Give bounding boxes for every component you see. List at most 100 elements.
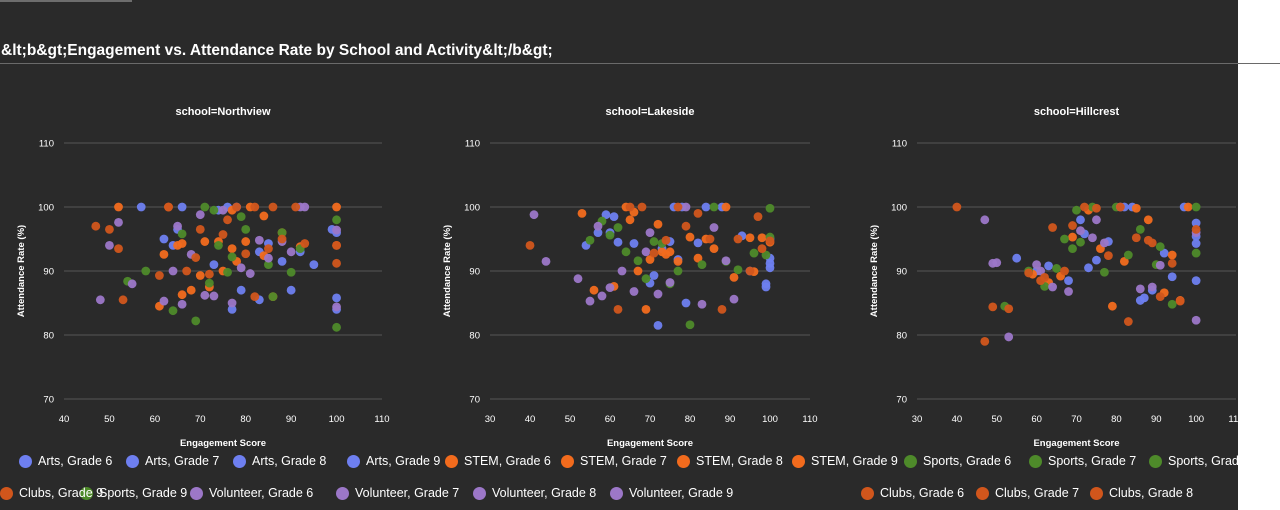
facet-title: school=Lakeside: [606, 106, 695, 118]
legend-item[interactable]: Arts, Grade 8: [233, 454, 326, 468]
data-point: [1167, 258, 1177, 268]
series-arts: [581, 202, 775, 330]
legend-swatch: [904, 454, 917, 468]
data-point: [264, 253, 273, 263]
data-point: [1191, 315, 1201, 325]
data-point: [218, 205, 228, 215]
x-tick-label: 110: [802, 414, 817, 425]
y-axis-label: Attendance Rate (%): [442, 225, 453, 317]
data-point: [1107, 301, 1117, 311]
legend-swatch: [445, 454, 458, 468]
data-point: [693, 238, 703, 248]
data-point: [332, 215, 341, 225]
data-point: [1084, 263, 1093, 273]
legend-item[interactable]: Clubs, Grade 7: [976, 486, 1079, 500]
legend-item[interactable]: STEM, Grade 6: [445, 454, 551, 468]
legend-swatch: [233, 454, 246, 468]
legend-label: Sports, Grade 6: [923, 454, 1012, 468]
data-point: [617, 266, 627, 276]
data-point: [749, 248, 759, 258]
legend-item[interactable]: Arts, Grade 6: [19, 454, 112, 468]
legend-item[interactable]: STEM, Grade 8: [677, 454, 783, 468]
x-tick-label: 90: [1151, 414, 1162, 425]
data-point: [204, 269, 214, 279]
data-point: [177, 229, 187, 239]
legend-item[interactable]: Volunteer, Grade 7: [336, 486, 459, 500]
data-point: [200, 237, 210, 246]
data-point: [585, 296, 595, 306]
legend-item[interactable]: Volunteer, Grade 6: [190, 486, 313, 500]
legend-item[interactable]: Sports, Grade 8: [1149, 454, 1238, 468]
data-point: [1060, 266, 1069, 276]
data-point: [613, 305, 623, 314]
series-stem: [577, 202, 775, 314]
data-point: [681, 298, 691, 308]
legend-item[interactable]: Volunteer, Grade 9: [610, 486, 733, 500]
data-point: [195, 225, 205, 234]
legend-item[interactable]: Sports, Grade 6: [904, 454, 1011, 468]
legend-swatch: [561, 454, 574, 468]
data-point: [733, 265, 743, 275]
legend-item[interactable]: Clubs, Grade 6: [861, 486, 964, 500]
legend-item[interactable]: Clubs, Grade 9: [0, 486, 103, 500]
data-point: [593, 221, 603, 231]
data-point: [605, 283, 615, 293]
data-point: [1080, 202, 1089, 212]
data-point: [1004, 332, 1014, 342]
data-point: [693, 209, 703, 218]
data-point: [118, 295, 128, 305]
legend-item[interactable]: Sports, Grade 7: [1029, 454, 1136, 468]
facet-lakeside: 70 80 90 100 110 30 40 50 60 70 80 90 100 110 school=L…: [442, 106, 818, 448]
data-point: [637, 202, 647, 212]
data-point: [753, 212, 763, 222]
data-point: [1068, 221, 1077, 230]
data-point: [223, 215, 232, 225]
data-point: [277, 257, 287, 266]
data-point: [605, 230, 615, 240]
data-point: [209, 260, 219, 269]
x-tick-label: 50: [104, 414, 115, 425]
data-point: [250, 292, 260, 301]
data-point: [1123, 250, 1133, 260]
y-tick-label: 90: [896, 267, 907, 278]
data-point: [721, 256, 731, 266]
data-point: [264, 244, 273, 254]
facet-northview: 70 80 90 100 110 40 50 60 70 80 90 100 110 school=Nor…: [16, 106, 390, 448]
data-point: [661, 235, 671, 245]
data-point: [218, 230, 228, 239]
legend-item[interactable]: STEM, Grade 7: [561, 454, 667, 468]
legend-item[interactable]: Clubs, Grade 8: [1090, 486, 1193, 500]
data-point: [241, 237, 251, 246]
data-point: [701, 202, 711, 212]
legend-item[interactable]: STEM, Grade 9: [792, 454, 898, 468]
legend-item[interactable]: Arts, Grade 7: [126, 454, 219, 468]
data-point: [717, 305, 727, 314]
data-point: [236, 212, 246, 222]
data-point: [291, 202, 301, 212]
data-point: [980, 337, 990, 346]
x-tick-label: 100: [1188, 414, 1204, 425]
data-point: [1068, 232, 1077, 242]
data-point: [577, 209, 587, 218]
data-point: [665, 247, 675, 257]
data-point: [1123, 317, 1133, 326]
data-point: [1143, 215, 1153, 225]
data-point: [245, 269, 255, 278]
legend-item[interactable]: Volunteer, Grade 8: [473, 486, 596, 500]
data-point: [136, 202, 146, 212]
data-point: [673, 257, 683, 266]
data-point: [1048, 282, 1057, 292]
legend-label: Sports, Grade 8: [1168, 454, 1238, 468]
data-point: [653, 289, 663, 299]
y-tick-label: 110: [892, 139, 907, 150]
legend-swatch: [19, 454, 32, 468]
data-point: [1092, 203, 1101, 213]
data-point: [332, 202, 341, 212]
data-point: [529, 210, 539, 220]
data-point: [309, 260, 319, 269]
legend-item[interactable]: Arts, Grade 9: [347, 454, 440, 468]
data-point: [629, 287, 639, 296]
legend-label: Clubs, Grade 8: [1109, 486, 1194, 500]
data-point: [1183, 202, 1193, 212]
legend-label: Sports, Grade 7: [1048, 454, 1137, 468]
